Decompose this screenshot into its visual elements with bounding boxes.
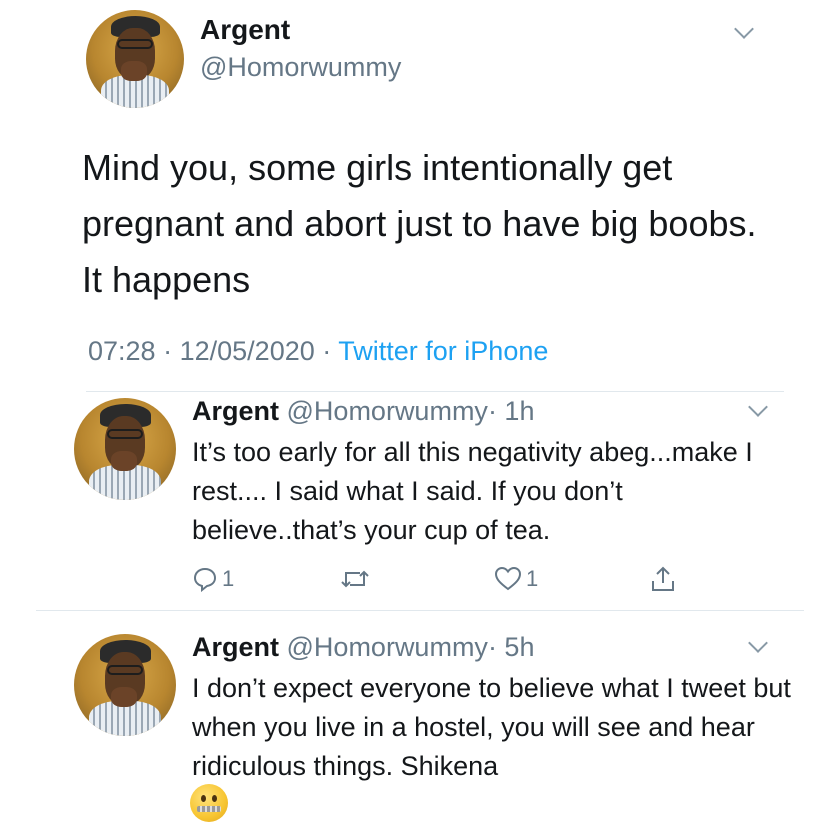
reply-icon [193, 567, 217, 592]
heart-icon [494, 566, 522, 591]
reply-count: 1 [222, 566, 235, 591]
reply-header: Argent @Homorwummy· 1h [192, 396, 534, 427]
reply-header: Argent @Homorwummy· 5h [192, 632, 534, 663]
main-tweet-text: Mind you, some girls intentionally get p… [82, 147, 757, 300]
like-count: 1 [526, 566, 539, 591]
reply-text: I don’t expect everyone to believe what … [192, 673, 791, 781]
tweet-source-link[interactable]: Twitter for iPhone [338, 336, 548, 366]
reply-author-name[interactable]: Argent [192, 632, 279, 662]
retweet-icon [341, 570, 369, 588]
divider [86, 391, 784, 392]
main-author-name[interactable]: Argent [200, 14, 290, 46]
chevron-down-icon[interactable] [748, 397, 768, 417]
main-avatar[interactable] [86, 10, 184, 108]
meta-separator: · [163, 336, 173, 366]
share-button[interactable] [650, 564, 676, 594]
reply-avatar[interactable] [74, 398, 176, 500]
reply-text: It’s too early for all this negativity a… [192, 437, 753, 545]
main-author-handle[interactable]: @Homorwummy [200, 52, 401, 83]
like-button[interactable]: 1 [494, 564, 538, 594]
reply-author-name[interactable]: Argent [192, 396, 279, 426]
reply-button[interactable]: 1 [192, 564, 234, 594]
chevron-down-icon[interactable] [734, 19, 754, 39]
meta-separator: · [322, 336, 332, 366]
tweet-meta: 07:28 · 12/05/2020 · Twitter for iPhone [88, 336, 548, 367]
reply-age: · 1h [487, 396, 535, 426]
reply-age: · 5h [487, 632, 535, 662]
reply-avatar[interactable] [74, 634, 176, 736]
reply-author-handle[interactable]: @Homorwummy [287, 396, 488, 426]
tweet-date: 12/05/2020 [179, 336, 315, 366]
divider [36, 610, 804, 611]
share-icon [652, 566, 674, 591]
zipper-mouth-face-emoji-icon [190, 784, 228, 822]
retweet-button[interactable] [340, 564, 370, 594]
chevron-down-icon[interactable] [748, 633, 768, 653]
reply-author-handle[interactable]: @Homorwummy [287, 632, 488, 662]
tweet-time: 07:28 [88, 336, 156, 366]
